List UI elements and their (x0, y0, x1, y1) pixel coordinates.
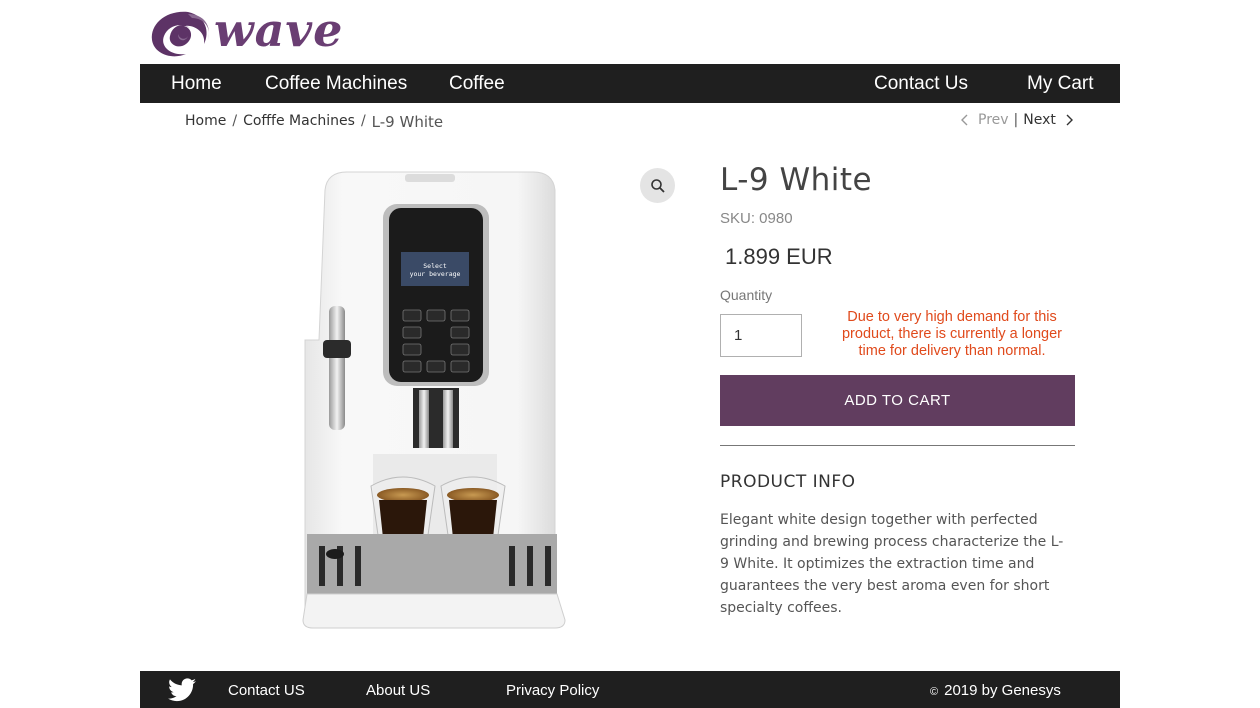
twitter-icon[interactable] (168, 678, 196, 702)
breadcrumb-separator: / (360, 113, 366, 129)
divider (720, 445, 1075, 446)
chevron-right-icon[interactable] (1062, 112, 1076, 128)
product-image[interactable]: Select your beverage (215, 150, 655, 655)
breadcrumb-current: L-9 White (371, 113, 444, 131)
breadcrumb: Home / Cofffe Machines / L-9 White (185, 112, 444, 131)
magnifier-icon (650, 178, 665, 193)
nav-coffee-machines[interactable]: Coffee Machines (265, 64, 407, 103)
footer: Contact US About US Privacy Policy © 2019… (140, 671, 1120, 708)
product-title: L-9 White (720, 162, 873, 198)
quantity-input[interactable] (720, 314, 802, 357)
copyright-text: 2019 by Genesys (944, 682, 1061, 699)
product-sku: SKU: 0980 (720, 210, 793, 227)
add-to-cart-button[interactable]: ADD TO CART (720, 375, 1075, 426)
next-link[interactable]: Next (1023, 112, 1056, 128)
product-info-heading: PRODUCT INFO (720, 472, 856, 492)
main-nav: Home Coffee Machines Coffee Contact Us M… (140, 64, 1120, 103)
product-info-text: Elegant white design together with perfe… (720, 512, 1064, 616)
coffee-machine-image: Select your beverage (302, 171, 566, 629)
breadcrumb-separator: / (232, 113, 238, 129)
footer-privacy-link[interactable]: Privacy Policy (506, 671, 599, 708)
breadcrumb-home[interactable]: Home (185, 113, 226, 129)
prev-link[interactable]: Prev (978, 112, 1009, 128)
product-pager: Prev | Next (958, 112, 1076, 128)
logo-wordmark: wave (214, 3, 344, 57)
quantity-label: Quantity (720, 287, 773, 303)
screen-text: Select (423, 262, 447, 270)
product-price: 1.899 EUR (725, 244, 833, 269)
nav-home[interactable]: Home (171, 64, 222, 103)
copyright-symbol: © (930, 686, 939, 698)
screen-text: your beverage (410, 270, 461, 278)
pager-divider: | (1013, 112, 1019, 128)
zoom-button[interactable] (640, 168, 675, 203)
footer-copyright: © 2019 by Genesys (930, 671, 1061, 708)
nav-contact-us[interactable]: Contact Us (874, 64, 968, 103)
chevron-left-icon[interactable] (958, 112, 972, 128)
footer-contact-link[interactable]: Contact US (228, 671, 305, 708)
footer-about-link[interactable]: About US (366, 671, 430, 708)
availability-notice: Due to very high demand for this product… (841, 309, 1063, 359)
breadcrumb-category[interactable]: Cofffe Machines (243, 113, 355, 129)
nav-coffee[interactable]: Coffee (449, 64, 505, 103)
nav-my-cart[interactable]: My Cart (1027, 64, 1094, 103)
